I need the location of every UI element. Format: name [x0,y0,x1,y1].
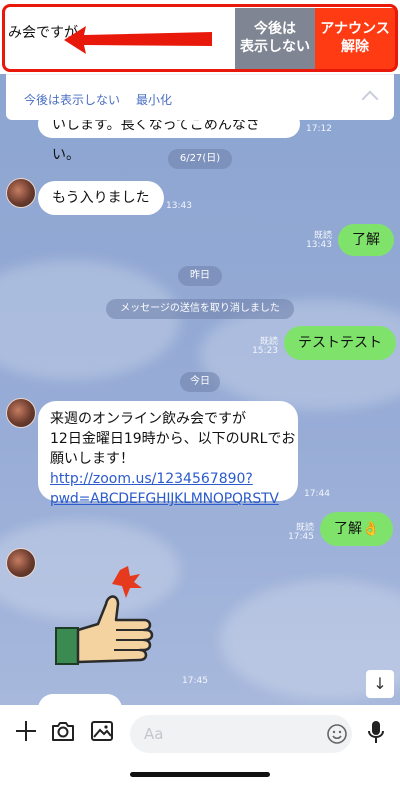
message-bubble[interactable]: 了解 [338,224,394,256]
message-link[interactable]: http://zoom.us/1234567890? [50,469,286,489]
date-separator: 6/27(日) [168,149,232,169]
message-bubble[interactable]: テストテスト [284,326,396,360]
announcement-options: 今後は表示しない 最小化 [6,74,394,120]
message-bubble[interactable]: 来週のオンライン飲み会ですが 12日金曜日19時から、以下のURLでお 願いしま… [38,401,298,507]
camera-icon[interactable] [50,719,76,743]
button-label: 今後は [254,21,296,37]
avatar[interactable] [6,178,36,208]
message-input[interactable] [130,715,352,753]
button-label: 解除 [341,39,369,55]
message-text-line: 来週のオンライン飲み会ですが [50,411,246,427]
dont-show-again-button[interactable]: 今後は 表示しない [235,8,315,69]
message-time: 17:12 [306,124,332,134]
message-text: 了解👌 [334,521,380,537]
microphone-icon[interactable] [366,719,386,745]
image-icon[interactable] [90,719,114,743]
scroll-to-bottom-button[interactable]: ↓ [366,670,394,698]
arrow-down-icon: ↓ [373,674,387,693]
arrow-left-icon [64,26,212,54]
button-label: アナウンス [320,21,390,37]
message-text-line: 12日金曜日19時から、以下のURLでお [50,431,296,447]
thumbs-up-sticker[interactable] [54,564,164,672]
cancel-announcement-button[interactable]: アナウンス 解除 [315,8,395,69]
message-text: テストテスト [298,335,382,351]
avatar[interactable] [6,548,36,578]
button-label: 表示しない [240,39,310,55]
dont-show-again-link[interactable]: 今後は表示しない [24,91,120,108]
message-bubble[interactable]: もう入りました [38,181,164,215]
message-time: 17:45 [288,532,314,542]
emoji-icon[interactable] [326,723,348,745]
date-separator: 昨日 [178,266,222,286]
message-time: 13:43 [166,201,192,211]
system-message: メッセージの送信を取り消しました [106,299,294,319]
message-bubble[interactable]: 了解👌 [320,512,394,546]
message-bubble[interactable] [38,694,122,705]
message-text: 了解 [352,232,380,248]
chevron-up-icon[interactable] [361,90,379,108]
avatar[interactable] [6,398,36,428]
message-link[interactable]: pwd=ABCDEFGHIJKLMNOPQRSTV [50,489,286,509]
message-time: 17:45 [182,676,208,686]
home-indicator [130,772,270,777]
minimize-link[interactable]: 最小化 [136,91,172,108]
message-time: 15:23 [252,346,278,356]
plus-icon[interactable] [14,719,38,743]
message-text-line: 願いします！ [50,451,134,467]
message-text: もう入りました [52,190,150,206]
date-separator: 今日 [180,372,220,392]
message-time: 17:44 [304,489,330,499]
message-time: 13:43 [306,240,332,250]
